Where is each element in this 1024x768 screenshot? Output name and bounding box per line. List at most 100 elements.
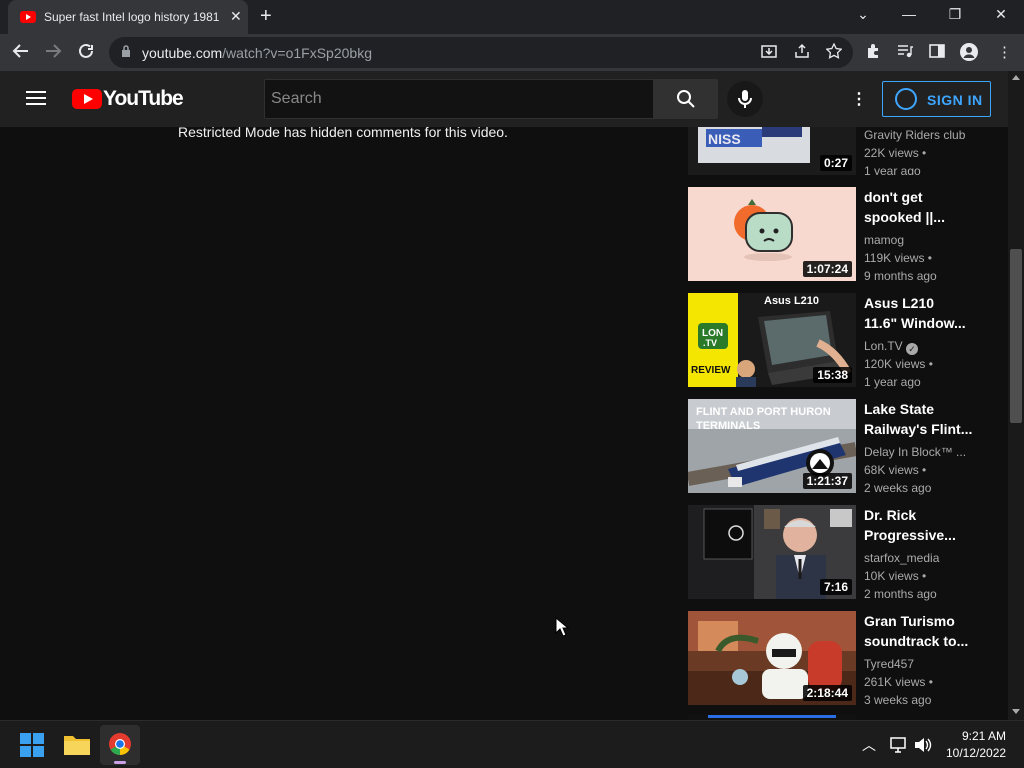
profile-icon[interactable]	[960, 43, 978, 65]
sidebar-video[interactable]: 2:18:44 Gran Turismo soundtrack to... Tyr…	[688, 611, 998, 707]
sidebar-video[interactable]: 7:16 Dr. Rick Progressive... starfox_medi…	[688, 505, 998, 601]
video-thumbnail[interactable]: 7:16	[688, 505, 856, 599]
youtube-header: YouTube ⋮ SIGN IN	[0, 71, 1008, 127]
video-channel[interactable]: Tyred457	[864, 655, 914, 673]
video-duration: 1:21:37	[802, 473, 852, 489]
video-thumbnail[interactable]: FLINT AND PORT HURON TERMINALS 1:21:37	[688, 399, 856, 493]
video-title[interactable]: Dr. Rick Progressive...	[864, 505, 974, 545]
account-icon	[895, 88, 917, 110]
video-thumbnail[interactable]: NISS 0:27	[688, 127, 856, 175]
forward-arrow-icon[interactable]	[44, 42, 62, 65]
url-path: /watch?v=o1FxSp20bkg	[222, 45, 372, 61]
browser-menu-icon[interactable]: ⋮	[997, 43, 1012, 61]
video-channel[interactable]: mamog	[864, 231, 904, 249]
video-duration: 15:38	[813, 367, 852, 383]
hamburger-menu-icon[interactable]	[26, 91, 46, 105]
bookmark-star-icon[interactable]	[825, 42, 843, 63]
restore-button[interactable]: ❐	[940, 6, 970, 23]
video-channel[interactable]: Delay In Block™ ...	[864, 443, 966, 461]
video-age: 3 weeks ago	[864, 693, 932, 707]
video-age: 2 weeks ago	[864, 481, 932, 495]
chrome-icon	[109, 733, 131, 755]
chrome-taskbar-button[interactable]	[100, 725, 140, 765]
settings-more-icon[interactable]: ⋮	[851, 89, 867, 109]
svg-text:NISS: NISS	[708, 131, 741, 147]
video-views: 120K views •	[864, 357, 933, 371]
windows-taskbar: ︿	[0, 720, 1024, 768]
video-views: 119K views •	[864, 251, 933, 265]
voice-search-button[interactable]	[727, 81, 763, 117]
scroll-up-arrow-icon[interactable]	[1012, 75, 1020, 80]
browser-tab-strip: Super fast Intel logo history 1981 ✕ + ⌄…	[0, 0, 1024, 34]
sidebar-video[interactable]: FLINT AND PORT HURON TERMINALS 1:21:37 La…	[688, 399, 998, 495]
media-controls-icon[interactable]	[897, 43, 913, 63]
sidebar-video[interactable]: 1:07:24 don't get spooked ||... mamog 119…	[688, 187, 998, 283]
volume-icon[interactable]	[914, 737, 932, 753]
reload-icon[interactable]	[77, 42, 95, 65]
minimize-button[interactable]: —	[894, 6, 924, 22]
browser-tab[interactable]: Super fast Intel logo history 1981 ✕	[8, 0, 248, 34]
video-age: 1 year ago	[864, 375, 921, 389]
scrollbar-thumb[interactable]	[1010, 249, 1022, 423]
share-icon[interactable]	[794, 43, 810, 63]
taskbar-clock-time[interactable]: 9:21 AM	[962, 729, 1006, 743]
video-duration: 1:07:24	[802, 261, 852, 277]
sidebar-video[interactable]: NISS 0:27 Gravity Riders club 22K views …	[688, 127, 998, 175]
mouse-cursor-icon	[555, 617, 569, 637]
lock-icon	[122, 45, 130, 57]
thumbnail-title-line1: FLINT AND PORT HURON	[696, 406, 831, 418]
video-views: 22K views •	[864, 146, 927, 160]
video-channel[interactable]: starfox_media	[864, 549, 939, 567]
tab-close-icon[interactable]: ✕	[230, 8, 242, 25]
video-age: 1 year ago	[864, 164, 921, 175]
video-views: 10K views •	[864, 569, 927, 583]
video-channel[interactable]: Lon.TV ✓	[864, 337, 919, 355]
back-arrow-icon[interactable]	[12, 42, 30, 65]
video-title[interactable]: Lake State Railway's Flint...	[864, 399, 974, 439]
video-age: 9 months ago	[864, 269, 937, 283]
video-title[interactable]: don't get spooked ||...	[864, 187, 974, 227]
windows-start-icon[interactable]	[20, 733, 44, 757]
thumbnail-title-text: Asus L210	[764, 295, 819, 307]
extensions-icon[interactable]	[865, 43, 881, 63]
side-panel-icon[interactable]	[929, 43, 945, 63]
search-box[interactable]	[264, 79, 654, 119]
search-button[interactable]	[654, 79, 718, 119]
video-duration: 7:16	[819, 579, 852, 595]
video-thumbnail[interactable]: 1:07:24	[688, 187, 856, 281]
youtube-logo-icon[interactable]	[72, 89, 102, 109]
youtube-wordmark[interactable]: YouTube	[103, 87, 184, 111]
sign-in-label: SIGN IN	[927, 92, 983, 108]
new-tab-button[interactable]: +	[260, 5, 272, 28]
address-bar[interactable]: youtube.com/watch?v=o1FxSp20bkg	[109, 37, 853, 68]
url-domain: youtube.com	[142, 45, 223, 61]
network-icon[interactable]	[890, 737, 908, 753]
taskbar-clock-date[interactable]: 10/12/2022	[946, 746, 1006, 760]
tab-search-icon[interactable]: ⌄	[848, 6, 878, 23]
watched-progress-bar	[708, 715, 836, 718]
video-thumbnail[interactable]: LON .TV REVIEW Asus L210 15:38	[688, 293, 856, 387]
browser-toolbar: youtube.com/watch?v=o1FxSp20bkg ⋮	[0, 34, 1024, 71]
verified-check-icon: ✓	[906, 343, 919, 355]
lontv-logo-subtext: .TV	[703, 338, 717, 348]
video-channel[interactable]: Gravity Riders club	[864, 127, 965, 144]
restricted-mode-message: Restricted Mode has hidden comments for …	[178, 124, 508, 140]
search-icon	[677, 90, 695, 108]
show-hidden-icons-chevron-icon[interactable]: ︿	[862, 735, 876, 755]
thumbnail-title-line2: TERMINALS	[696, 420, 760, 432]
video-age: 2 months ago	[864, 587, 937, 601]
sidebar-video[interactable]: LON .TV REVIEW Asus L210 15:38 Asus L210 11.…	[688, 293, 998, 389]
video-title[interactable]: Asus L210 11.6" Window...	[864, 293, 974, 333]
video-duration: 2:18:44	[802, 685, 852, 701]
scroll-down-arrow-icon[interactable]	[1012, 709, 1020, 714]
close-window-button[interactable]: ✕	[986, 6, 1016, 23]
video-views: 261K views •	[864, 675, 933, 689]
microphone-icon	[738, 90, 752, 108]
video-duration: 0:27	[819, 155, 852, 171]
video-thumbnail[interactable]: 2:18:44	[688, 611, 856, 705]
search-input[interactable]	[265, 80, 635, 118]
video-title[interactable]: Gran Turismo soundtrack to...	[864, 611, 974, 651]
file-explorer-icon[interactable]	[64, 733, 90, 755]
sign-in-button[interactable]: SIGN IN	[882, 81, 991, 117]
install-app-icon[interactable]	[761, 43, 777, 63]
